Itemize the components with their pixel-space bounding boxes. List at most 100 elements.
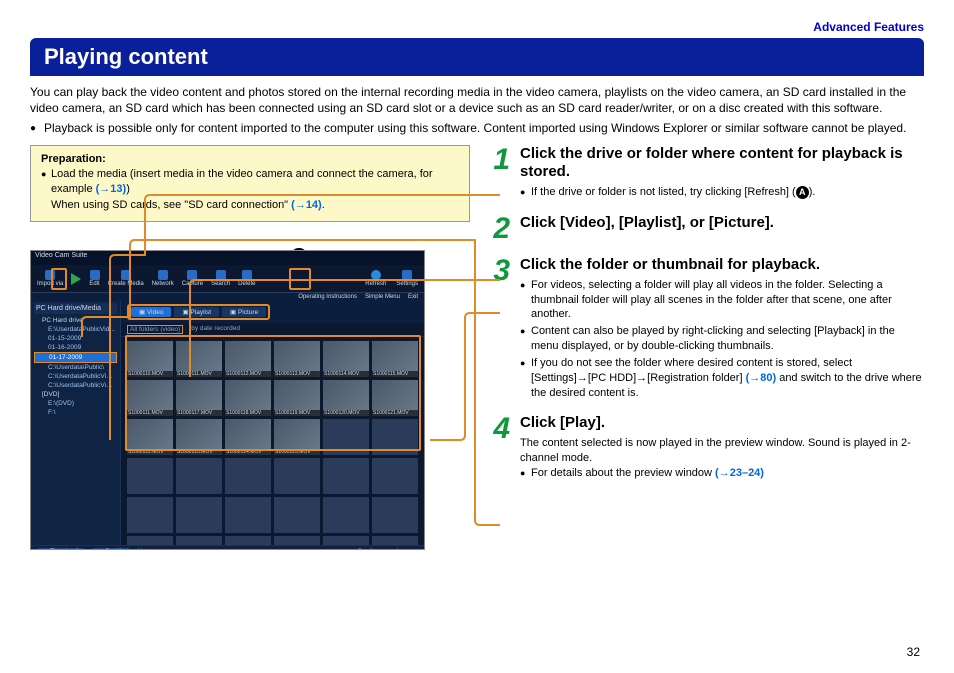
thumbnail-empty	[225, 497, 271, 533]
ref-a-icon: A	[796, 186, 809, 199]
app-sidebar: PC Hard drive/Media PC Hard drive E:\Use…	[31, 301, 121, 545]
sidebar-item[interactable]: C:\UserdataPublicVi…	[34, 372, 117, 381]
toolbar-play-button[interactable]	[71, 273, 81, 285]
thumbnail[interactable]: S1000110.MOV	[127, 341, 173, 377]
play-icon	[71, 273, 81, 285]
thumbnail-empty	[127, 458, 173, 494]
sidebar-item[interactable]: E:\UserdataPublicVid…	[34, 325, 117, 334]
page-ref-link[interactable]: (→80)	[746, 372, 777, 384]
preparation-line: Load the media (insert media in the vide…	[41, 167, 459, 213]
thumbnail-empty	[274, 497, 320, 533]
thumbnail-label: S1000118.MOV	[225, 410, 271, 416]
section-header[interactable]: Advanced Features	[30, 20, 924, 34]
page-ref-link[interactable]: (→13)	[96, 183, 127, 195]
thumbnail[interactable]: S1000115.MOV	[372, 341, 418, 377]
thumbnail-empty	[274, 458, 320, 494]
sidebar-item[interactable]: PC Hard drive	[34, 316, 117, 325]
thumbnail[interactable]: S1000125.MOV	[274, 419, 320, 455]
app-footer: ▦ Thumbnail ▤ Details List ▫ Small ▪ Lar…	[31, 545, 424, 550]
thumbnail-empty	[372, 458, 418, 494]
footer-list[interactable]: List	[138, 549, 147, 551]
footer-details[interactable]: ▤ Details	[92, 548, 130, 550]
tab-playlist[interactable]: ▣ Playlist	[174, 307, 219, 317]
thumbnail[interactable]: S1000119.MOV	[274, 380, 320, 416]
thumbnail-label: S1000117.MOV	[176, 410, 222, 416]
thumbnail	[323, 419, 369, 455]
app-window-title: Video Cam Suite	[31, 251, 424, 265]
toolbar-settings[interactable]: Settings	[396, 270, 418, 287]
thumbnail[interactable]: S1000123.MOV	[176, 419, 222, 455]
thumbnail[interactable]: S1000120.MOV	[323, 380, 369, 416]
menu-exit[interactable]: Exit	[408, 294, 418, 300]
sidebar-item[interactable]: [DVD]	[34, 390, 117, 399]
tabs-highlight-ring: ▣ Video ▣ Playlist ▣ Picture	[127, 304, 270, 320]
thumbnail[interactable]: S1000124.MOV	[225, 419, 271, 455]
thumbnail[interactable]: S1000118.MOV	[225, 380, 271, 416]
toolbar-refresh[interactable]: Refresh	[365, 270, 386, 287]
tab-picture[interactable]: ▣ Picture	[222, 307, 266, 317]
menu-simple[interactable]: Simple Menu	[365, 294, 400, 300]
sidebar-item[interactable]: 01-15-2009	[34, 334, 117, 343]
thumbnail-empty	[372, 536, 418, 545]
thumbnail[interactable]: S1000111.MOV	[176, 341, 222, 377]
page-ref-link[interactable]: (→23–24)	[715, 467, 764, 479]
page-ref-link[interactable]: (→14)	[291, 199, 322, 211]
thumbnail[interactable]: S1000113.MOV	[274, 341, 320, 377]
view-by-date[interactable]: by date recorded	[191, 325, 240, 334]
thumbnail-empty	[372, 497, 418, 533]
view-all-folders[interactable]: All folders (video)	[127, 325, 183, 334]
sidebar-item[interactable]: E:\(DVD)	[34, 399, 117, 408]
thumbnail-label: S1000125.MOV	[274, 449, 320, 455]
thumbnail[interactable]: S1000112.MOV	[225, 341, 271, 377]
thumbnail-label: S1000113.MOV	[274, 371, 320, 377]
app-screenshot: Video Cam Suite Import via Edit Create M…	[30, 250, 425, 550]
sidebar-item[interactable]: C:\Userdata\Public\	[34, 363, 117, 372]
gear-icon	[402, 270, 412, 280]
sidebar-item-selected[interactable]: 01-17-2009	[34, 352, 117, 363]
sidebar-header: PC Hard drive/Media	[34, 303, 117, 314]
footer-large[interactable]: ▪ Large	[387, 549, 418, 551]
step-number: 4	[488, 414, 510, 482]
toolbar-search[interactable]: Search	[211, 270, 230, 287]
step-number: 3	[488, 256, 510, 403]
toolbar-edit[interactable]: Edit	[89, 270, 99, 287]
toolbar-capture[interactable]: Capture	[182, 270, 203, 287]
thumbnail-label: S1000112.MOV	[225, 371, 271, 377]
step-title: Click the drive or folder where content …	[520, 145, 924, 183]
thumbnail	[372, 419, 418, 455]
toolbar-delete[interactable]: Delete	[238, 270, 255, 287]
page-title: Playing content	[30, 38, 924, 76]
menu-op-instructions[interactable]: Operating Instructions	[298, 294, 357, 300]
toolbar-import[interactable]: Import via	[37, 270, 63, 287]
content-tabs: ▣ Video ▣ Playlist ▣ Picture	[121, 301, 424, 323]
text: When using SD cards, see "SD card connec…	[51, 199, 291, 211]
step-bullet: If you do not see the folder where desir…	[520, 356, 924, 401]
thumbnail-empty	[225, 536, 271, 545]
callout-a-wrap: A Video Cam Suite Import via Edit Create…	[30, 250, 470, 550]
thumbnail[interactable]: S1000121.MOV	[372, 380, 418, 416]
tab-video[interactable]: ▣ Video	[131, 307, 171, 317]
sidebar-item[interactable]: C:\UserdataPublicVi…	[34, 381, 117, 390]
thumbnail[interactable]: S1000122.MOV	[127, 419, 173, 455]
preparation-box: Preparation: Load the media (insert medi…	[30, 145, 470, 223]
toolbar-create-media[interactable]: Create Media	[108, 270, 144, 287]
intro-note: Playback is possible only for content im…	[30, 120, 924, 136]
steps-column: 1 Click the drive or folder where conten…	[488, 145, 924, 551]
thumbnail[interactable]: S1000117.MOV	[176, 380, 222, 416]
thumbnail-label: S1000111.MOV	[176, 371, 222, 377]
thumbnail-empty	[127, 497, 173, 533]
footer-thumbnail[interactable]: ▦ Thumbnail	[37, 548, 84, 550]
toolbar-network[interactable]: Network	[152, 270, 174, 287]
thumbnail-label: S1000115.MOV	[372, 371, 418, 377]
step-bullet: Content can also be played by right-clic…	[520, 324, 924, 354]
sidebar-item[interactable]: 01-16-2009	[34, 343, 117, 352]
step-title: Click [Video], [Playlist], or [Picture].	[520, 214, 924, 233]
footer-small[interactable]: ▫ Small	[348, 549, 379, 551]
thumbnail-empty	[176, 497, 222, 533]
app-toolbar: Import via Edit Create Media Network Cap…	[31, 265, 424, 293]
sidebar-item[interactable]: F:\	[34, 408, 117, 417]
thumbnail-label: S1000122.MOV	[127, 449, 173, 455]
thumbnail-label: S1000121.MOV	[372, 410, 418, 416]
thumbnail[interactable]: S1000114.MOV	[323, 341, 369, 377]
thumbnail[interactable]: S1000111.MOV	[127, 380, 173, 416]
